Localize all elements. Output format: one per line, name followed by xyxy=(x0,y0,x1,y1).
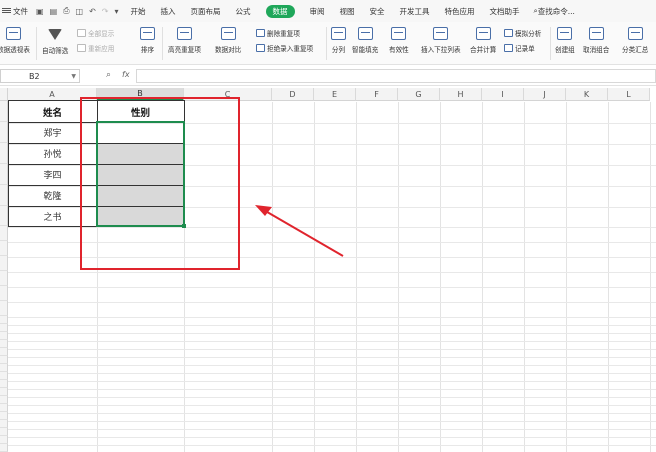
arrow-shaft xyxy=(261,208,344,257)
annotation-arrow xyxy=(255,205,344,257)
